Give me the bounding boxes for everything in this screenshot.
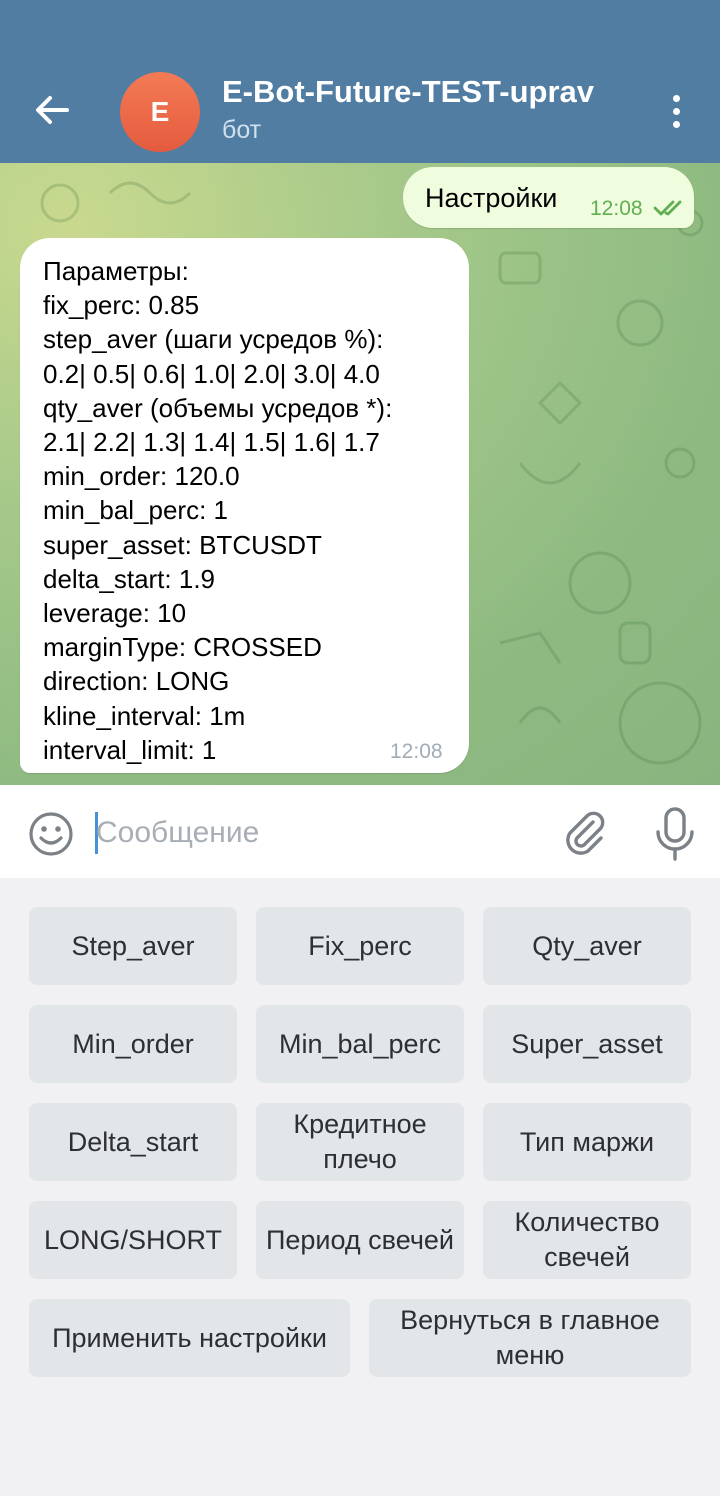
outgoing-message[interactable]: Настройки 12:08 [403, 167, 694, 228]
fix-perc-button[interactable]: Fix_perc [256, 907, 464, 985]
message-time: 12:08 [590, 197, 643, 220]
chat-title[interactable]: E-Bot-Future-TEST-uprav [222, 74, 594, 110]
bottom-spacer [0, 1406, 720, 1496]
arrow-left-icon [36, 96, 69, 124]
more-vertical-icon [672, 94, 680, 102]
leverage-button[interactable]: Кредитное плечо [256, 1103, 464, 1181]
back-button[interactable] [22, 82, 82, 138]
long-short-button[interactable]: LONG/SHORT [29, 1201, 237, 1279]
step-aver-button[interactable]: Step_aver [29, 907, 237, 985]
double-check-icon [653, 200, 682, 216]
message-input[interactable] [96, 806, 536, 860]
qty-aver-button[interactable]: Qty_aver [483, 907, 691, 985]
min-order-button[interactable]: Min_order [29, 1005, 237, 1083]
chat-subtitle: бот [222, 116, 262, 144]
avatar[interactable]: E [120, 72, 200, 152]
super-asset-button[interactable]: Super_asset [483, 1005, 691, 1083]
margin-type-button[interactable]: Тип маржи [483, 1103, 691, 1181]
chat-area[interactable]: Настройки 12:08 Параметры: fix_perc: 0.8… [0, 163, 720, 785]
message-time: 12:08 [390, 740, 443, 763]
candle-count-button[interactable]: Количество свечей [483, 1201, 691, 1279]
incoming-message[interactable]: Параметры: fix_perc: 0.85 step_aver (шаг… [20, 238, 469, 773]
min-bal-perc-button[interactable]: Min_bal_perc [256, 1005, 464, 1083]
message-text: Настройки [425, 183, 558, 213]
more-options-button[interactable] [656, 88, 696, 134]
message-text: Параметры: fix_perc: 0.85 step_aver (шаг… [43, 256, 393, 765]
bot-keyboard: Step_aver Fix_perc Qty_aver Min_order Mi… [0, 878, 720, 1406]
apply-settings-button[interactable]: Применить настройки [29, 1299, 350, 1377]
back-to-main-menu-button[interactable]: Вернуться в главное меню [369, 1299, 691, 1377]
paperclip-icon[interactable] [560, 808, 610, 858]
microphone-icon[interactable] [652, 806, 698, 862]
candle-period-button[interactable]: Период свечей [256, 1201, 464, 1279]
chat-header: E E-Bot-Future-TEST-uprav бот [0, 0, 720, 163]
emoji-icon[interactable] [27, 810, 75, 858]
delta-start-button[interactable]: Delta_start [29, 1103, 237, 1181]
